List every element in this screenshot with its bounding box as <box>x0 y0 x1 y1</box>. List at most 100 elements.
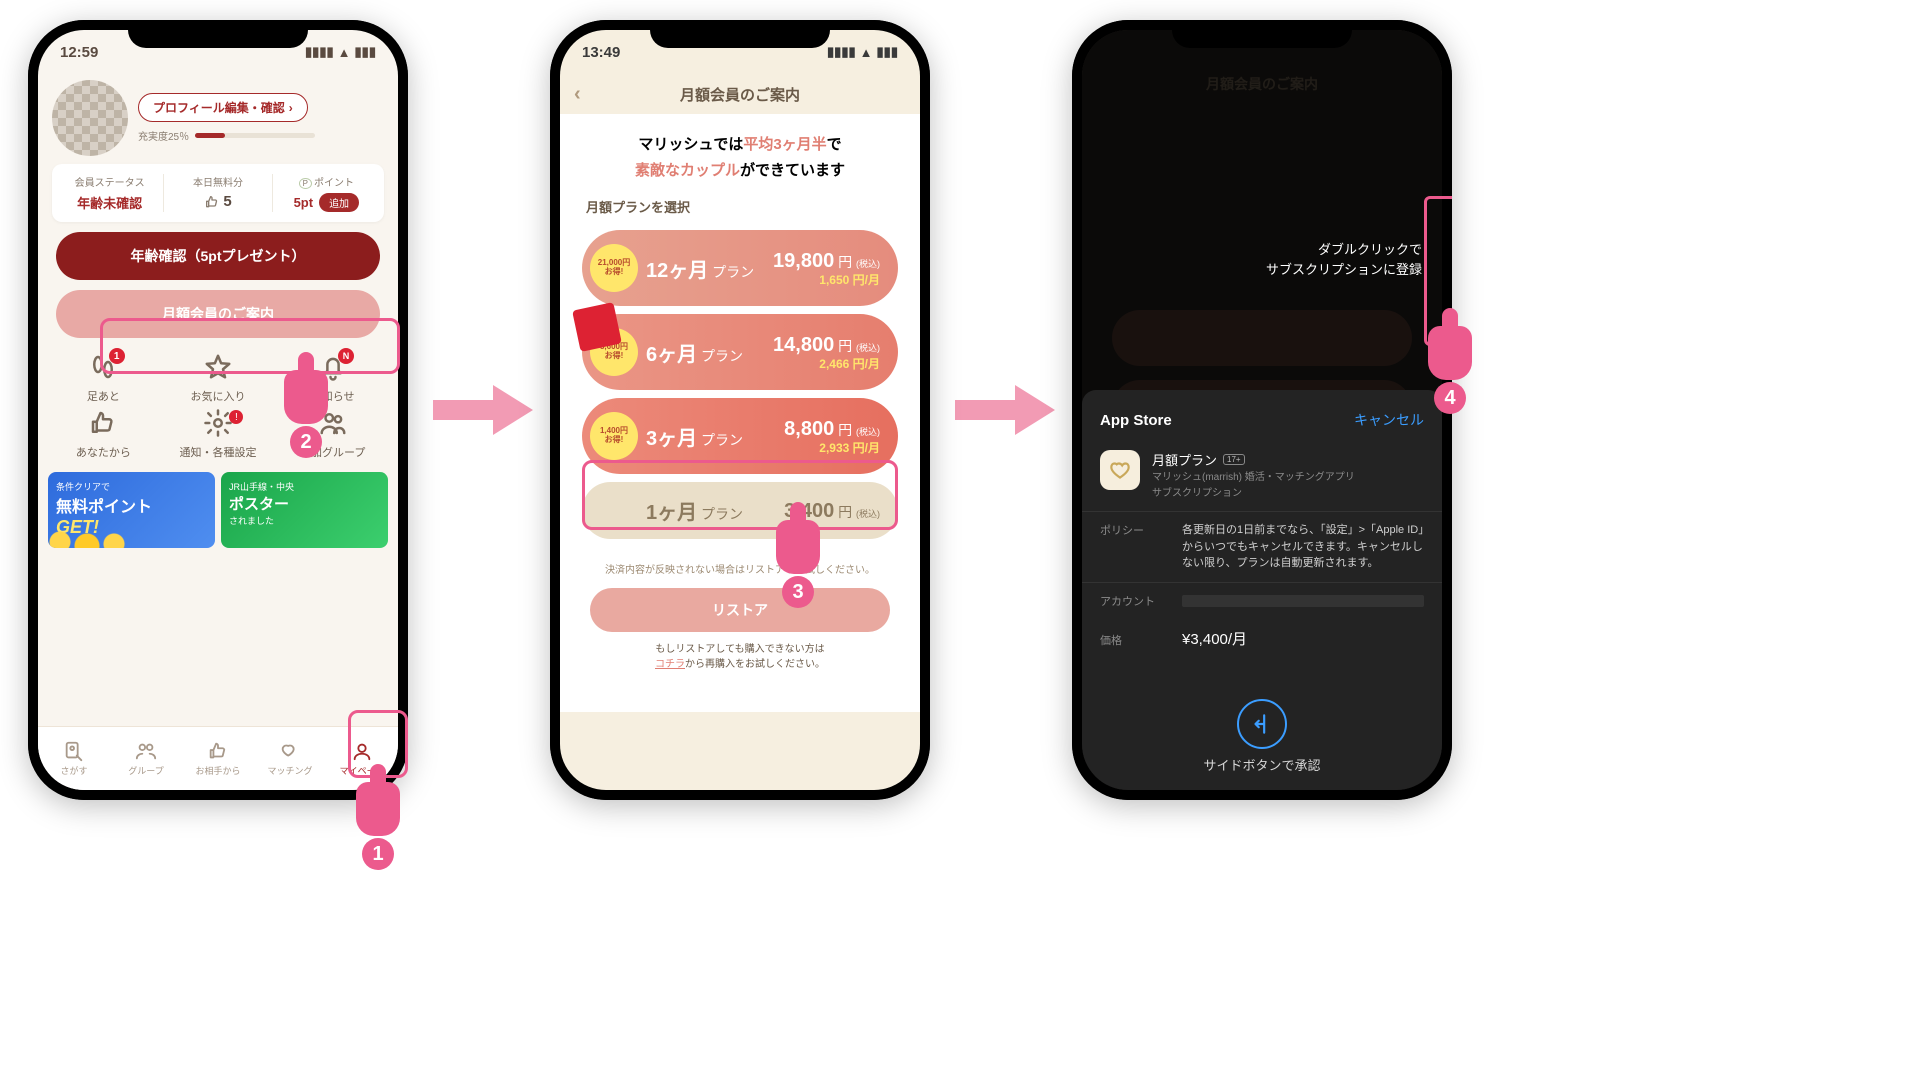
double-click-hint: ダブルクリックで サブスクリプションに登録 <box>1266 240 1422 279</box>
plan-name: 月額プラン <box>1152 450 1217 469</box>
coins-icon <box>48 514 132 548</box>
step-1-marker: 1 <box>356 782 400 870</box>
menu-from-you[interactable]: あなたから <box>48 408 159 460</box>
price-key: 価格 <box>1100 632 1170 648</box>
menu-label: お気に入り <box>190 388 245 404</box>
point-value: 5pt <box>294 195 314 210</box>
banner-poster[interactable]: JR山手線・中央 ポスター されました <box>221 472 388 548</box>
tab-search[interactable]: さがす <box>38 727 110 790</box>
sub-type: サブスクリプション <box>1152 487 1355 501</box>
profile-progress-label: 充実度25％ <box>138 128 189 143</box>
restore-button[interactable]: リストア <box>590 588 890 632</box>
plan-monthly: 2,466 円/月 <box>773 357 880 371</box>
intro-text: マリッシュでは平均3ヶ月半で 素敵なカップルができています <box>560 114 920 193</box>
appstore-sheet: App Store キャンセル 月額プラン17+ マリッシュ(marrish) … <box>1082 390 1442 790</box>
app-name: マリッシュ(marrish) 婚活・マッチングアプリ <box>1152 471 1355 485</box>
select-plan-label: 月額プランを選択 <box>560 193 920 222</box>
policy-key: ポリシー <box>1100 522 1170 538</box>
pointer-icon <box>776 520 820 574</box>
plan-total: 19,800 <box>773 250 834 272</box>
menu-label: 通知・各種設定 <box>179 444 256 460</box>
plan-12mo[interactable]: 21,000円お得! 12ヶ月 プラン 19,800 円 (税込) 1,650 … <box>582 230 898 306</box>
tab-label: お相手から <box>195 764 240 777</box>
search-person-icon <box>63 740 85 762</box>
edit-profile-button[interactable]: プロフィール編集・確認 › <box>138 93 308 122</box>
app-icon <box>1100 450 1140 490</box>
avatar[interactable] <box>52 80 128 156</box>
menu-label: 足あと <box>87 388 120 404</box>
edit-profile-label: プロフィール編集・確認 <box>153 99 285 116</box>
confirm-prompt: サイドボタンで承認 <box>1082 699 1442 774</box>
gear-icon <box>203 408 233 438</box>
savings-badge: 1,400円お得! <box>590 412 638 460</box>
back-button[interactable]: ‹ <box>574 83 581 106</box>
cancel-button[interactable]: キャンセル <box>1354 410 1424 430</box>
point-prefix: P <box>299 178 312 189</box>
flow-arrow <box>950 380 1060 440</box>
side-button-icon <box>1237 699 1287 749</box>
price-value: ¥3,400/月 <box>1182 629 1247 652</box>
popular-ribbon <box>572 302 622 352</box>
menu-settings[interactable]: ! 通知・各種設定 <box>163 408 274 460</box>
banner-text: されました <box>229 514 380 527</box>
tab-matching[interactable]: マッチング <box>254 727 326 790</box>
status-time: 13:49 <box>582 44 620 61</box>
banner-text: ポスター <box>229 496 289 513</box>
step-2-marker: 2 <box>284 370 328 458</box>
step-number: 3 <box>782 576 814 608</box>
repurchase-note: もしリストアしても購入できない方は コチラから再購入をお試しください。 <box>560 632 920 682</box>
plan-monthly: 2,933 円/月 <box>784 441 880 455</box>
thumb-icon <box>88 408 118 438</box>
battery-icon: ▮▮▮ <box>355 44 376 60</box>
age-verify-button[interactable]: 年齢確認（5ptプレゼント） <box>56 232 380 280</box>
plan-duration: 3ヶ月 <box>646 428 697 450</box>
notch <box>128 20 308 48</box>
tab-label: グループ <box>128 764 163 777</box>
like-value: 5 <box>223 193 231 210</box>
banner-free-points[interactable]: 条件クリアで 無料ポイント GET! <box>48 472 215 548</box>
phone-2-plans: 13:49 ▮▮▮▮▲▮▮▮ ‹ 月額会員のご案内 マリッシュでは平均3ヶ月半で… <box>550 20 930 800</box>
plan-6mo[interactable]: 5,600円お得! 6ヶ月 プラン 14,800 円 (税込) 2,466 円/… <box>582 314 898 390</box>
add-points-button[interactable]: 追加 <box>319 193 359 212</box>
phone-3-appstore-confirm: 月額会員のご案内 ダブルクリックで サブスクリプションに登録 App Store… <box>1072 20 1452 800</box>
profile-progress-bar <box>195 133 315 138</box>
plan-duration: 12ヶ月 <box>646 260 708 282</box>
confirm-text: サイドボタンで承認 <box>1082 755 1442 774</box>
heart-thumb-icon <box>204 194 220 210</box>
step-number: 1 <box>362 838 394 870</box>
step-number: 2 <box>290 426 322 458</box>
age-badge: 17+ <box>1223 454 1245 465</box>
tab-label: マッチング <box>267 764 312 777</box>
highlight-3mo-plan <box>582 460 898 530</box>
page-title: 月額会員のご案内 <box>680 84 800 105</box>
status-time: 12:59 <box>60 44 98 61</box>
repurchase-link[interactable]: コチラ <box>655 659 685 670</box>
policy-value: 各更新日の1日前までなら、「設定」>「Apple ID」からいつでもキャンセルで… <box>1182 522 1424 572</box>
notch <box>1172 20 1352 48</box>
status-icons: ▮▮▮▮▲▮▮▮ <box>827 44 898 60</box>
page-header: ‹ 月額会員のご案内 <box>560 74 920 114</box>
step-3-marker: 3 <box>776 520 820 608</box>
phone-1-mypage: 12:59 ▮▮▮▮ ▲ ▮▮▮ プロフィール編集・確認 › 充実度25％ <box>28 20 408 800</box>
chevron-right-icon: › <box>289 101 293 115</box>
pointer-icon <box>284 370 328 424</box>
pointer-icon <box>356 782 400 836</box>
tab-bar: さがす グループ お相手から マッチング マイページ <box>38 726 398 790</box>
highlight-plan-button <box>100 318 400 374</box>
highlight-side-button <box>1424 196 1452 346</box>
plan-total: 14,800 <box>773 334 834 356</box>
plan-total: 8,800 <box>784 418 834 440</box>
tab-group[interactable]: グループ <box>110 727 182 790</box>
banner-text: 条件クリアで <box>56 480 207 493</box>
tier-key: 会員ステータス <box>60 174 159 189</box>
step-number: 4 <box>1434 382 1466 414</box>
like-key: 本日無料分 <box>168 174 267 189</box>
plan-monthly: 1,650 円/月 <box>773 273 880 287</box>
tier-value: 年齢未確認 <box>60 193 159 212</box>
banner-text: JR山手線・中央 <box>229 480 380 493</box>
flow-arrow <box>428 380 538 440</box>
plan-duration: 6ヶ月 <box>646 344 697 366</box>
tab-from-partner[interactable]: お相手から <box>182 727 254 790</box>
restore-note: 決済内容が反映されない場合はリストアをお試しください。 <box>560 539 920 584</box>
menu-label: あなたから <box>76 444 131 460</box>
